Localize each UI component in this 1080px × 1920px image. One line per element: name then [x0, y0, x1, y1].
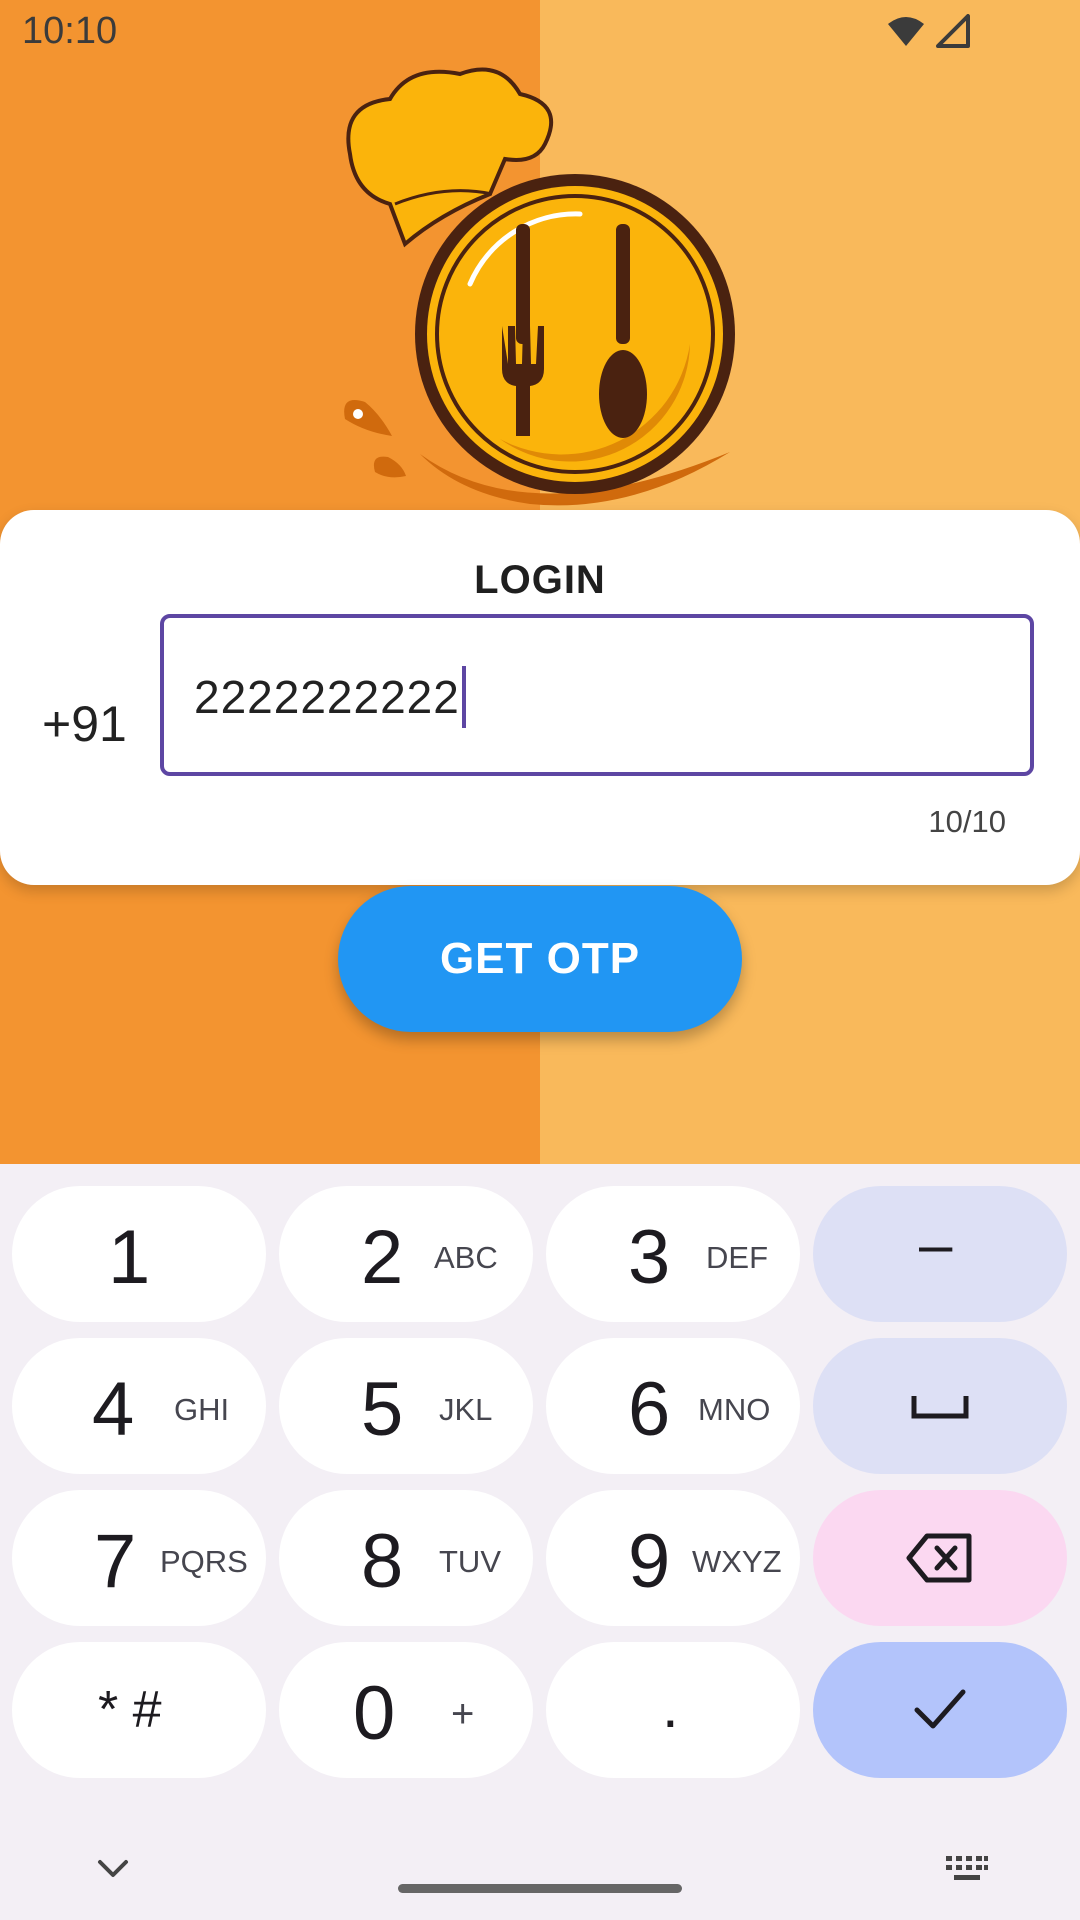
- key-space[interactable]: [813, 1338, 1067, 1474]
- wifi-icon: [888, 17, 924, 46]
- text-caret: [461, 665, 466, 728]
- key-period[interactable]: .: [546, 1642, 800, 1778]
- key-5[interactable]: 5 JKL: [279, 1338, 533, 1474]
- key-7[interactable]: 7 PQRS: [12, 1490, 266, 1626]
- status-bar: 10:10: [0, 0, 1080, 64]
- chevron-down-icon[interactable]: [96, 1858, 130, 1880]
- key-done[interactable]: [813, 1642, 1067, 1778]
- space-icon: [911, 1396, 969, 1419]
- signal-icon: [936, 14, 970, 48]
- key-0[interactable]: 0 +: [279, 1642, 533, 1778]
- key-backspace[interactable]: [813, 1490, 1067, 1626]
- checkmark-icon: [914, 1689, 966, 1729]
- country-code: +91: [42, 696, 127, 752]
- key-8[interactable]: 8 TUV: [279, 1490, 533, 1626]
- character-counter: 10/10: [928, 804, 1006, 839]
- status-icons: [886, 14, 970, 48]
- key-dash[interactable]: –: [813, 1186, 1067, 1322]
- key-star-hash[interactable]: * #: [12, 1642, 266, 1778]
- get-otp-button[interactable]: GET OTP: [338, 886, 742, 1032]
- phone-input-value: 2222222222: [194, 665, 466, 728]
- key-9[interactable]: 9 WXYZ: [546, 1490, 800, 1626]
- keyboard-bottom-bar: [0, 1820, 1080, 1920]
- phone-input[interactable]: 2222222222: [160, 614, 1034, 776]
- key-4[interactable]: 4 GHI: [12, 1338, 266, 1474]
- key-2[interactable]: 2 ABC: [279, 1186, 533, 1322]
- navigation-handle[interactable]: [398, 1884, 682, 1893]
- status-time: 10:10: [22, 10, 118, 52]
- backspace-icon: [906, 1533, 972, 1583]
- login-title: LOGIN: [474, 558, 606, 602]
- keyboard-switch-icon[interactable]: [944, 1854, 990, 1884]
- key-3[interactable]: 3 DEF: [546, 1186, 800, 1322]
- key-6[interactable]: 6 MNO: [546, 1338, 800, 1474]
- numeric-keyboard: 1 2 ABC 3 DEF – 4 GHI 5 JKL 6 MNO 7 PQRS…: [0, 1164, 1080, 1920]
- chef-logo: [330, 64, 750, 514]
- key-1[interactable]: 1: [12, 1186, 266, 1322]
